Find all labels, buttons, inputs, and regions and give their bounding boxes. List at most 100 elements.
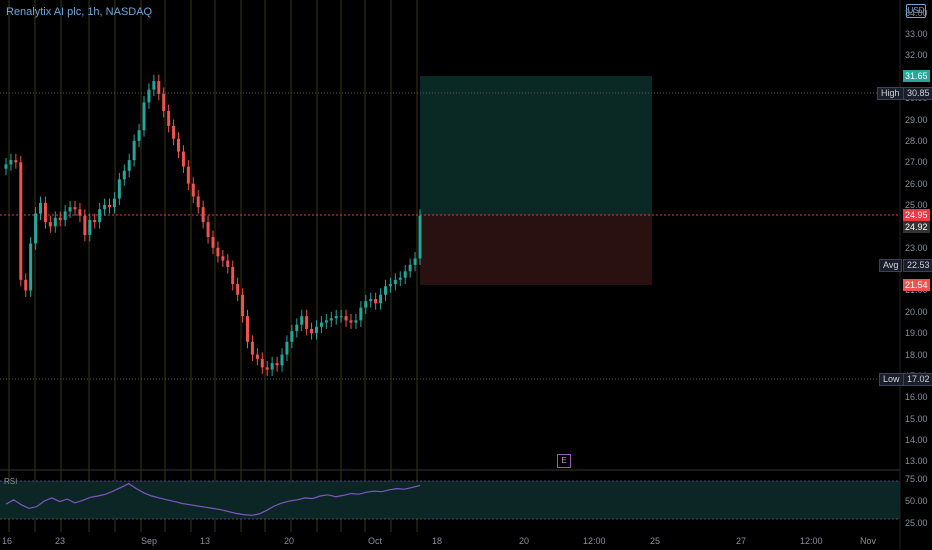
candle-body (191, 183, 195, 197)
candle-body (98, 209, 102, 223)
low-label: Low (879, 373, 904, 386)
candle-body (246, 316, 249, 342)
candle-body (226, 260, 230, 267)
candle-body (319, 322, 323, 327)
candle-body (83, 215, 87, 235)
rsi-label: RSI (4, 477, 18, 486)
candle-body (290, 331, 294, 342)
candle-body (181, 151, 185, 167)
candle-body (379, 294, 383, 304)
time-tick: 18 (432, 536, 443, 546)
candle-body (177, 138, 180, 152)
session-band (140, 0, 142, 532)
candle-body (167, 110, 171, 126)
last-price-tag: 24.92 (903, 221, 930, 233)
candle-body (78, 209, 82, 216)
candle-body (142, 102, 146, 131)
candle-body (305, 316, 309, 329)
earnings-badge[interactable]: E (557, 454, 571, 468)
price-tick: 34.00 (905, 7, 928, 18)
time-tick: 12:00 (800, 536, 823, 546)
price-tick: 16.00 (905, 392, 928, 403)
session-band (240, 0, 242, 532)
candle-body (132, 140, 136, 161)
time-tick: 13 (200, 536, 211, 546)
candle-body (122, 170, 126, 180)
session-band (416, 0, 418, 532)
candle-body (53, 217, 57, 227)
candle-body (127, 160, 131, 171)
candle-body (137, 130, 141, 141)
time-tick: 23 (55, 536, 66, 546)
session-band (60, 0, 62, 532)
candle-body (413, 258, 417, 265)
entry-price-tag: 24.95 (903, 209, 930, 221)
time-tick: 16 (2, 536, 13, 546)
candle-body (388, 284, 392, 287)
price-tick: 29.00 (905, 114, 928, 125)
candle-body (270, 363, 274, 370)
candle-body (112, 198, 116, 208)
session-band (264, 0, 266, 532)
candle-body (4, 164, 8, 169)
time-tick: 25 (650, 536, 661, 546)
candle-body (162, 93, 166, 111)
avg-label: Avg (879, 259, 903, 272)
low-value: 17.02 (903, 373, 932, 386)
session-band (88, 0, 90, 532)
candle-body (329, 318, 333, 321)
target-zone (420, 76, 652, 215)
candle-body (354, 320, 358, 323)
candle-body (48, 222, 52, 227)
time-tick: 27 (736, 536, 747, 546)
candle-body (88, 219, 92, 235)
price-tick: 26.00 (905, 178, 928, 189)
price-tick: 27.00 (905, 157, 928, 168)
candle-body (236, 284, 240, 295)
candle-body (398, 277, 402, 280)
session-band (34, 0, 36, 532)
price-tick: 32.00 (905, 50, 928, 61)
avg-value: 22.53 (903, 259, 932, 272)
time-tick: Nov (860, 536, 877, 546)
time-tick: 20 (284, 536, 295, 546)
candle-body (24, 279, 28, 291)
candle-body (34, 213, 38, 244)
candle-body (221, 256, 225, 261)
candle-body (369, 299, 373, 302)
candle-body (384, 286, 387, 295)
rsi-tick-50: 50.00 (905, 496, 928, 506)
candle-body (63, 211, 67, 220)
session-bands (8, 0, 418, 532)
candle-body (349, 320, 353, 323)
chart-title: Renalytix AI plc, 1h, NASDAQ (6, 6, 153, 18)
rsi-band (0, 481, 900, 519)
price-tick: 13.00 (905, 456, 928, 467)
high-label: High (877, 87, 904, 100)
candle-body (201, 207, 205, 223)
candle-body (315, 326, 318, 334)
candle-body (29, 243, 33, 291)
time-tick: Sep (141, 536, 158, 546)
price-tick: 14.00 (905, 435, 928, 446)
candle-body (295, 324, 299, 332)
candle-body (19, 162, 23, 280)
session-band (164, 0, 166, 532)
session-band (190, 0, 192, 532)
candle-body (250, 341, 254, 355)
session-band (390, 0, 392, 532)
price-tick: 18.00 (905, 349, 928, 360)
candle-body (374, 299, 378, 304)
candle-body (172, 125, 176, 139)
candle-body (43, 202, 47, 223)
stop-price-tag: 21.54 (903, 279, 930, 291)
time-tick: 20 (519, 536, 530, 546)
candle-body (152, 81, 156, 90)
price-chart[interactable] (0, 0, 932, 550)
candle-body (93, 219, 97, 223)
candle-body (418, 215, 422, 259)
session-band (364, 0, 366, 532)
session-band (290, 0, 292, 532)
target-price-tag: 31.65 (903, 70, 930, 82)
candle-body (300, 316, 304, 325)
